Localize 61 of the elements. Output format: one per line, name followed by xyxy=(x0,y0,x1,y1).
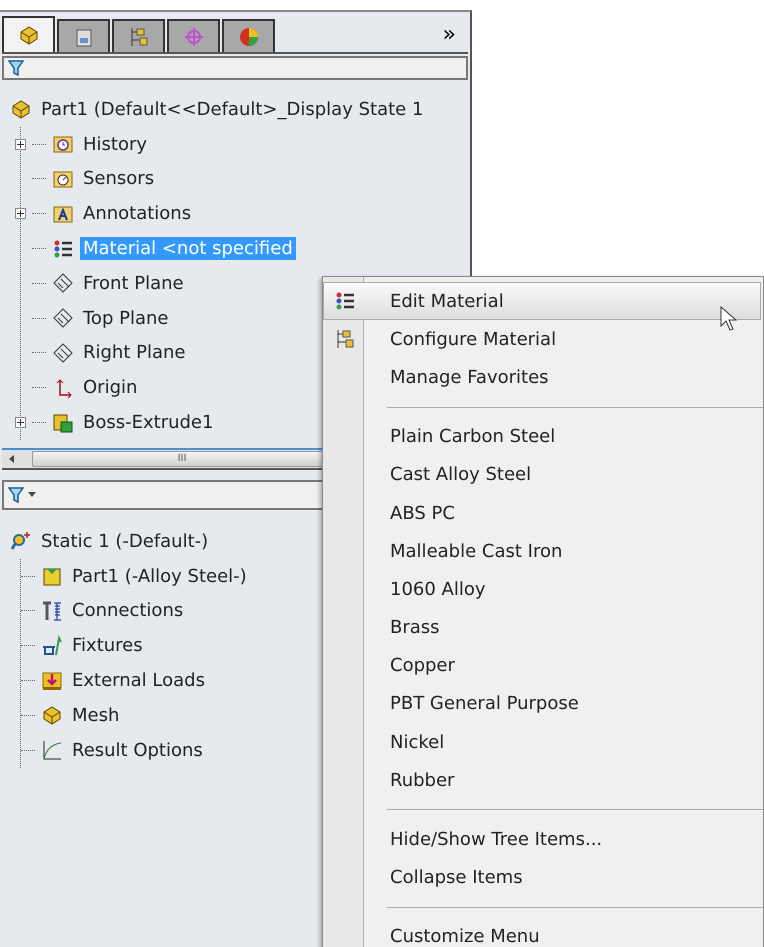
caret-icon[interactable] xyxy=(28,492,36,498)
block-icon xyxy=(18,24,40,46)
list-icon xyxy=(334,290,356,312)
sphere-icon xyxy=(238,26,260,48)
bolt-spring-icon xyxy=(41,600,63,622)
menu-item[interactable]: 1060 Alloy xyxy=(323,570,761,608)
plane-icon xyxy=(52,342,74,364)
menu-item[interactable]: ABS PC xyxy=(323,494,761,532)
menu-item[interactable]: Configure Material xyxy=(323,320,761,358)
tree-item[interactable]: History xyxy=(80,132,150,156)
filter-icon[interactable] xyxy=(8,59,24,77)
panel-tab[interactable] xyxy=(57,19,110,52)
cube-icon xyxy=(52,412,74,434)
block-icon xyxy=(41,704,63,726)
tree-item[interactable]: Sensors xyxy=(80,167,158,190)
menu-item[interactable]: Customize Menu xyxy=(323,918,761,947)
arrow-down-icon xyxy=(41,670,63,692)
menu-item[interactable]: Collapse Items xyxy=(323,858,761,897)
scroll-left-icon[interactable] xyxy=(8,454,16,464)
tree-item[interactable]: Part1 (Default<<Default>_Display State 1 xyxy=(38,98,426,121)
menu-item[interactable]: Nickel xyxy=(323,723,761,762)
menu-item[interactable]: PBT General Purpose xyxy=(323,684,761,724)
menu-item[interactable]: Edit Material xyxy=(323,282,761,320)
tree-item[interactable]: Part1 (-Alloy Steel-) xyxy=(69,564,250,588)
tree-item[interactable]: Mesh xyxy=(69,704,122,727)
tree-item[interactable]: Static 1 (-Default-) xyxy=(38,530,212,553)
magnifier-icon xyxy=(10,530,32,552)
more-tabs-button[interactable]: » xyxy=(442,22,456,46)
menu-item[interactable]: Malleable Cast Iron xyxy=(323,532,761,570)
expand-toggle[interactable] xyxy=(15,138,26,150)
panel-tab[interactable] xyxy=(222,19,275,52)
tree-item[interactable]: Connections xyxy=(69,599,186,622)
mouse-pointer-icon xyxy=(720,306,738,332)
tree-item[interactable]: Top Plane xyxy=(80,306,172,330)
filter-icon[interactable] xyxy=(8,486,24,504)
panel-tab[interactable] xyxy=(2,16,55,52)
crosshair-icon xyxy=(182,26,204,48)
menu-item[interactable]: Manage Favorites xyxy=(323,358,761,397)
filter-bar[interactable] xyxy=(2,56,468,80)
tree-item[interactable]: Result Options xyxy=(69,738,206,762)
tree-item[interactable]: Right Plane xyxy=(80,341,188,364)
block-icon xyxy=(10,98,32,120)
tree-item[interactable]: Front Plane xyxy=(80,272,187,295)
tree-item[interactable]: Annotations xyxy=(80,202,194,226)
menu-item[interactable]: Copper xyxy=(323,646,761,685)
expand-toggle[interactable] xyxy=(15,208,26,220)
menu-item[interactable]: Rubber xyxy=(323,761,761,800)
list-icon xyxy=(52,238,74,260)
plane-icon xyxy=(52,272,74,294)
tree-item[interactable]: External Loads xyxy=(69,669,208,692)
panel-tab[interactable] xyxy=(112,19,165,52)
tree-item[interactable]: Fixtures xyxy=(69,634,146,658)
tree-item[interactable]: Boss-Extrude1 xyxy=(80,411,216,434)
menu-item[interactable]: Hide/Show Tree Items... xyxy=(323,820,761,859)
curve-icon xyxy=(41,739,63,762)
panel-tab[interactable] xyxy=(167,19,220,52)
expand-toggle[interactable] xyxy=(15,417,26,428)
plane-icon xyxy=(52,307,74,330)
clamp-icon xyxy=(41,634,63,657)
tree-item[interactable]: Origin xyxy=(80,376,140,400)
menu-item[interactable]: Brass xyxy=(323,608,761,647)
